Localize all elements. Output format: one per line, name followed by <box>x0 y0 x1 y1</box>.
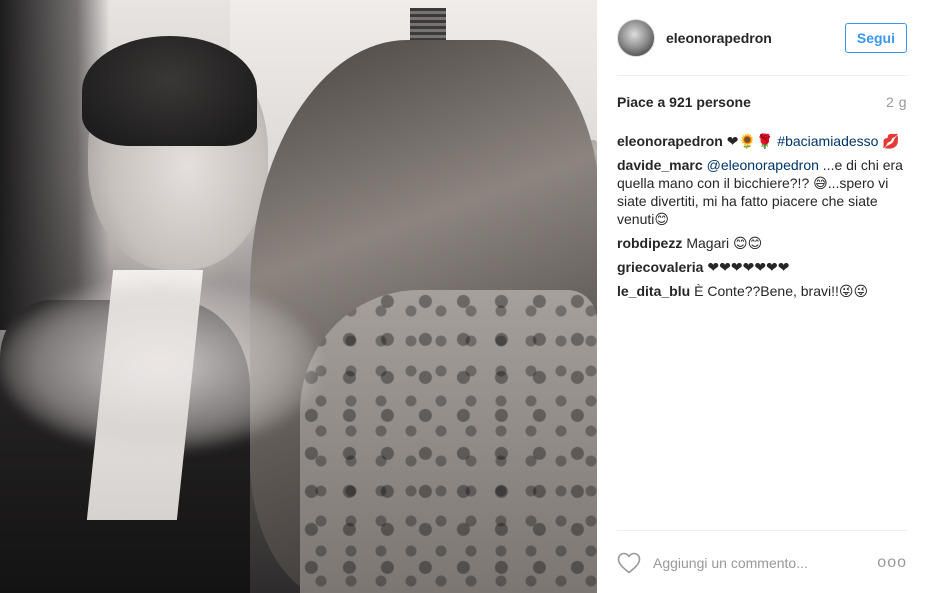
post-footer: Aggiungi un commento... ooo <box>617 530 907 593</box>
comment-text: È Conte??Bene, bravi!!😜😜 <box>694 283 869 299</box>
comment-item: robdipezz Magari 😊😊 <box>617 234 907 252</box>
post-photo[interactable] <box>0 0 597 593</box>
comment-input[interactable]: Aggiungi un commento... <box>653 555 877 571</box>
comment-item: griecovaleria ❤❤❤❤❤❤❤ <box>617 258 907 276</box>
caption-author[interactable]: eleonorapedron <box>617 133 723 149</box>
post-meta: Piace a 921 persone 2 g <box>617 94 907 110</box>
photo-lace-dress <box>300 290 597 593</box>
comment-text: ❤❤❤❤❤❤❤ <box>707 259 790 275</box>
photo-blurred-hand <box>0 280 320 450</box>
comment-author[interactable]: griecovaleria <box>617 259 703 275</box>
likes-count[interactable]: Piace a 921 persone <box>617 94 751 110</box>
heart-icon[interactable] <box>617 552 641 574</box>
post-side-panel: eleonorapedron Segui Piace a 921 persone… <box>597 0 925 593</box>
comment-author[interactable]: davide_marc <box>617 157 703 173</box>
comments-list: eleonorapedron ❤🌻🌹 #baciamiadesso 💋 david… <box>617 132 907 306</box>
comment-text: Magari 😊😊 <box>686 235 763 251</box>
post-header: eleonorapedron Segui <box>617 0 907 76</box>
more-options-icon[interactable]: ooo <box>877 554 907 572</box>
author-username[interactable]: eleonorapedron <box>666 30 772 46</box>
photo-man-hair <box>82 36 257 146</box>
comment-item: le_dita_blu È Conte??Bene, bravi!!😜😜 <box>617 282 907 300</box>
caption-emoji: ❤🌻🌹 <box>726 133 774 149</box>
comment-author[interactable]: le_dita_blu <box>617 283 690 299</box>
caption: eleonorapedron ❤🌻🌹 #baciamiadesso 💋 <box>617 132 907 150</box>
caption-tail-emoji: 💋 <box>882 133 900 149</box>
instagram-post: eleonorapedron Segui Piace a 921 persone… <box>0 0 925 593</box>
follow-button[interactable]: Segui <box>844 22 907 53</box>
comment-author[interactable]: robdipezz <box>617 235 682 251</box>
post-time[interactable]: 2 g <box>886 94 907 110</box>
comment-item: davide_marc @eleonorapedron ...e di chi e… <box>617 156 907 228</box>
caption-hashtag[interactable]: #baciamiadesso <box>777 133 878 149</box>
avatar[interactable] <box>617 18 655 57</box>
comment-mention[interactable]: @eleonorapedron <box>707 157 819 173</box>
